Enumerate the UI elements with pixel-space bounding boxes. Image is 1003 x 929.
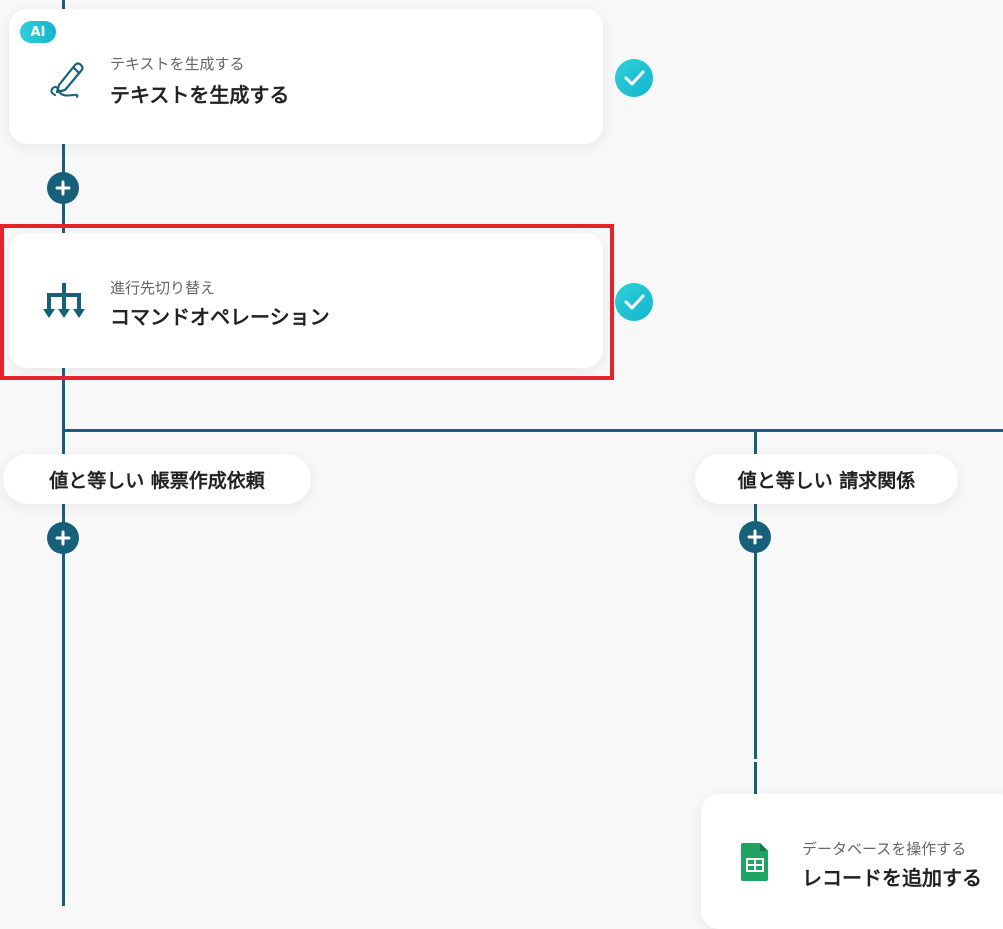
check-icon [615, 283, 653, 321]
highlight-box [0, 224, 614, 380]
step-title: レコードを追加する [802, 866, 982, 890]
step-title: テキストを生成する [110, 83, 290, 107]
branch-label-right[interactable]: 値と等しい 請求関係 [695, 454, 958, 504]
add-step-button-left-branch[interactable] [47, 522, 79, 554]
branch-label-left[interactable]: 値と等しい 帳票作成依頼 [3, 454, 311, 504]
step-card-add-record[interactable]: データベースを操作する レコードを追加する [701, 794, 1003, 929]
step-card-text-generation[interactable]: テキストを生成する テキストを生成する [9, 9, 603, 144]
pen-icon [50, 62, 84, 98]
ai-badge: AI [20, 21, 56, 43]
add-step-button-right-branch[interactable] [739, 521, 771, 553]
step-category-label: データベースを操作する [802, 840, 967, 858]
spreadsheet-icon [741, 843, 768, 881]
check-icon [615, 59, 653, 97]
plus-icon [55, 180, 71, 196]
flow-line-right-branch-lower [754, 762, 757, 796]
add-step-button[interactable] [47, 172, 79, 204]
plus-icon [747, 529, 763, 545]
step-category-label: テキストを生成する [110, 55, 245, 73]
plus-icon [55, 530, 71, 546]
branch-line-horizontal [62, 429, 1003, 432]
